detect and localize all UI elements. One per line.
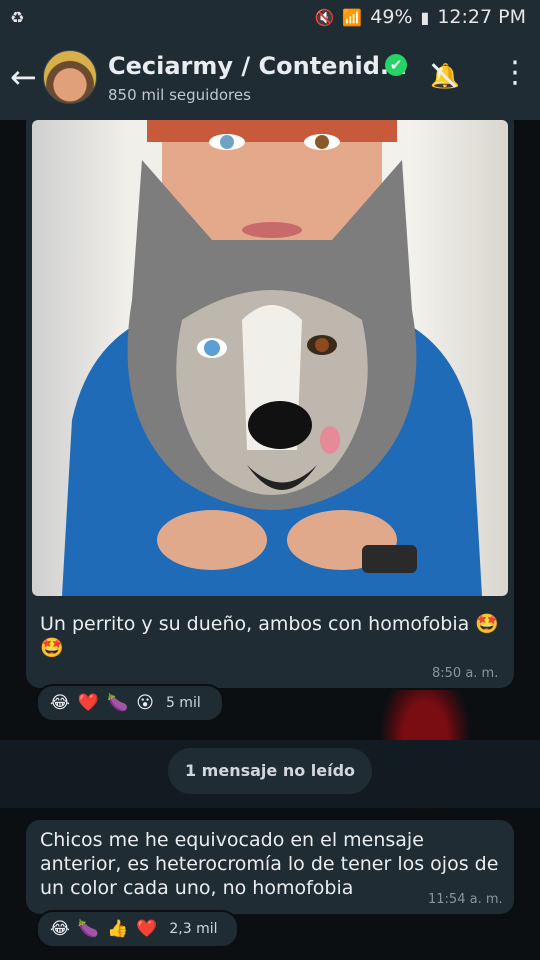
laugh-reaction: 😂 bbox=[50, 693, 70, 713]
mute-vibrate-icon: 🔇 bbox=[314, 7, 335, 27]
heart-reaction: ❤️ bbox=[77, 693, 100, 713]
battery-icon: ▮ bbox=[420, 7, 430, 27]
reactions-bar[interactable]: 😂 ❤️ 🍆 😮 5 mil bbox=[36, 684, 224, 722]
reaction-count: 2,3 mil bbox=[169, 921, 218, 937]
eggplant-reaction: 🍆 bbox=[77, 919, 100, 939]
wifi-icon: 📶 bbox=[342, 7, 363, 27]
muted-bell-icon[interactable]: 🔔 bbox=[430, 62, 460, 90]
laugh-reaction: 😂 bbox=[50, 919, 70, 939]
wow-reaction: 😮 bbox=[136, 693, 154, 713]
reactions-bar[interactable]: 😂 🍆 👍 ❤️ 2,3 mil bbox=[36, 910, 239, 948]
status-bar: ♻ 🔇 📶 49% ▮ 12:27 PM bbox=[0, 0, 540, 36]
more-icon[interactable]: ⋮ bbox=[500, 58, 530, 88]
boy-and-dog-image bbox=[62, 120, 482, 596]
follower-count: 850 mil seguidores bbox=[108, 86, 251, 104]
back-arrow-icon[interactable]: ← bbox=[10, 58, 37, 96]
eggplant-reaction: 🍆 bbox=[107, 693, 129, 713]
avatar[interactable] bbox=[43, 50, 97, 104]
message-time: 11:54 a. m. bbox=[428, 892, 503, 907]
battery-percent: 49% bbox=[370, 6, 413, 28]
verified-icon: ✔ bbox=[385, 54, 407, 76]
thumbs-up-reaction: 👍 bbox=[107, 919, 129, 939]
status-icons: 🔇 📶 49% ▮ 12:27 PM bbox=[314, 6, 526, 28]
message-text: Chicos me he equivocado en el mensaje an… bbox=[40, 829, 499, 899]
unread-label: 1 mensaje no leído bbox=[168, 748, 372, 794]
recycle-icon: ♻ bbox=[10, 8, 25, 27]
reaction-count: 5 mil bbox=[165, 695, 201, 711]
channel-name[interactable]: Ceciarmy / Contenid... bbox=[108, 52, 407, 80]
message-text-line1: Un perrito y su dueño, ambos con homofob… bbox=[40, 613, 499, 635]
chat-header: ← Ceciarmy / Contenid... ✔ 850 mil segui… bbox=[0, 36, 540, 120]
message-photo[interactable] bbox=[32, 120, 508, 596]
message-time: 8:50 a. m. bbox=[432, 666, 499, 681]
heart-reaction: ❤️ bbox=[136, 919, 158, 939]
message-text: Un perrito y su dueño, ambos con homofob… bbox=[40, 612, 500, 660]
message-text-line2: 🤩 bbox=[40, 637, 64, 659]
clock: 12:27 PM bbox=[437, 6, 526, 28]
